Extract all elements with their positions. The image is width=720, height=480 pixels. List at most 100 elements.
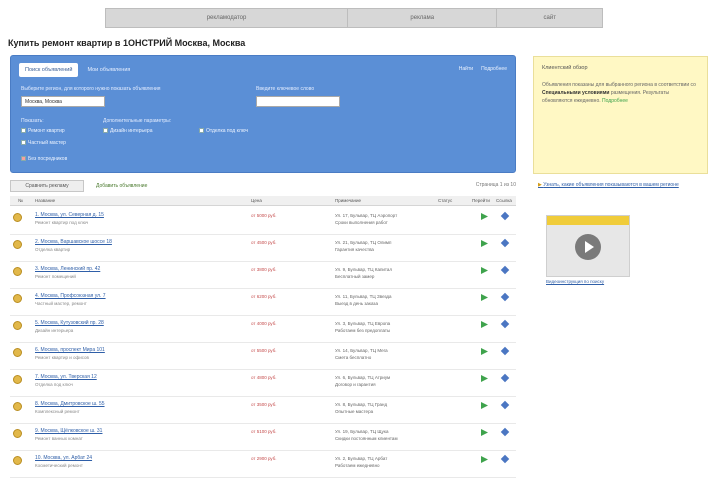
row-desc: Ул. 8, Бульвар, ТЦ Гранд Опытные мастера (335, 401, 387, 415)
link-icon[interactable] (500, 454, 510, 464)
checkbox-checked[interactable] (21, 156, 26, 162)
link-icon[interactable] (500, 427, 510, 437)
row-desc-line2: Работаем без предоплаты (335, 328, 391, 333)
row-desc-line2: Смета бесплатно (335, 355, 372, 360)
row-desc-line2: Работаем ежедневно (335, 463, 380, 468)
sidebar-link-text: Узнать, какие объявления показываются в … (543, 182, 679, 188)
table-row[interactable]: 8. Москва, Дмитровское ш. 55 Комплексный … (10, 397, 516, 424)
link-icon[interactable] (500, 373, 510, 383)
notice-tail-link[interactable]: Подробнее (602, 98, 628, 104)
table-row[interactable]: 7. Москва, ул. Тверская 12 Отделка под кл… (10, 370, 516, 397)
keyword-input[interactable] (256, 96, 340, 107)
check-label: Без посредников (28, 156, 68, 162)
col-go: Перейти (472, 198, 490, 203)
go-arrow-icon[interactable] (481, 348, 488, 355)
link-icon[interactable] (500, 211, 510, 221)
row-title[interactable]: 9. Москва, Щёлковское ш. 31 (35, 428, 245, 434)
check-row-1[interactable]: Ремонт квартир (21, 128, 65, 134)
link-icon[interactable] (500, 238, 510, 248)
page-title: Купить ремонт квартир в 1ОНСТРИЙ Москва,… (8, 38, 246, 48)
panel-link-more[interactable]: Подробнее (481, 66, 507, 72)
row-price: от 5000 руб. (251, 213, 277, 218)
link-icon[interactable] (500, 319, 510, 329)
table-row[interactable]: 10. Москва, ул. Арбат 24 Косметический ре… (10, 451, 516, 478)
play-icon[interactable] (575, 234, 601, 260)
tab-search-ads[interactable]: Поиск объявлений (19, 63, 79, 77)
row-title[interactable]: 6. Москва, проспект Мира 101 (35, 347, 245, 353)
row-title[interactable]: 1. Москва, ул. Северная д. 15 (35, 212, 245, 218)
table-row[interactable]: 1. Москва, ул. Северная д. 15 Ремонт квар… (10, 208, 516, 235)
row-desc: Ул. 17, Бульвар, ТЦ Аэропорт Сроки выполн… (335, 212, 397, 226)
go-arrow-icon[interactable] (481, 267, 488, 274)
row-title[interactable]: 10. Москва, ул. Арбат 24 (35, 455, 245, 461)
link-icon[interactable] (500, 265, 510, 275)
table-row[interactable]: 5. Москва, Кутузовский пр. 28 Дизайн инте… (10, 316, 516, 343)
table-row[interactable]: 3. Москва, Ленинский пр. 42 Ремонт помеще… (10, 262, 516, 289)
top-tab-1[interactable]: рекламодатор (106, 9, 349, 27)
go-arrow-icon[interactable] (481, 294, 488, 301)
row-desc-line1: Ул. 3, Бульвар, ТЦ Европа (335, 321, 391, 326)
row-price: от 2900 руб. (251, 456, 277, 461)
checkbox[interactable] (21, 128, 26, 134)
status-icon (13, 456, 22, 465)
go-arrow-icon[interactable] (481, 456, 488, 463)
check-label: Частный мастер (28, 140, 66, 146)
table-row[interactable]: 4. Москва, Профсоюзная ул. 7 Частный маст… (10, 289, 516, 316)
keyword-label: Введите ключевое слово (256, 86, 315, 92)
row-desc-line1: Ул. 17, Бульвар, ТЦ Аэропорт (335, 213, 398, 218)
panel-link-find[interactable]: Найти (459, 66, 473, 72)
table-row[interactable]: 6. Москва, проспект Мира 101 Ремонт кварт… (10, 343, 516, 370)
row-desc-line2: Скидки постоянным клиентам (335, 436, 398, 441)
row-title[interactable]: 3. Москва, Ленинский пр. 42 (35, 266, 245, 272)
go-arrow-icon[interactable] (481, 321, 488, 328)
go-arrow-icon[interactable] (481, 213, 488, 220)
row-price: от 6200 руб. (251, 294, 277, 299)
row-title[interactable]: 5. Москва, Кутузовский пр. 28 (35, 320, 245, 326)
sidebar-region-link[interactable]: ▶ Узнать, какие объявления показываются … (538, 182, 698, 189)
video-thumbnail[interactable] (546, 215, 630, 277)
notice-text-start: Объявления показаны для выбранного регио… (542, 82, 696, 88)
row-title[interactable]: 8. Москва, Дмитровское ш. 55 (35, 401, 245, 407)
top-tab-3[interactable]: сайт (497, 9, 602, 27)
status-icon (13, 321, 22, 330)
row-price: от 5100 руб. (251, 429, 277, 434)
row-title[interactable]: 2. Москва, Варшавское шоссе 18 (35, 239, 245, 245)
row-subtitle: Комплексный ремонт (35, 409, 80, 414)
row-desc-line2: Выезд в день заказа (335, 301, 378, 306)
col-link: Ссылка (496, 198, 512, 203)
table-row[interactable]: 2. Москва, Варшавское шоссе 18 Отделка кв… (10, 235, 516, 262)
tab-my-ads[interactable]: Мои объявления (81, 63, 136, 77)
compare-button[interactable]: Сравнить рекламу (10, 180, 84, 192)
table-row[interactable]: 9. Москва, Щёлковское ш. 31 Ремонт ванных… (10, 424, 516, 451)
go-arrow-icon[interactable] (481, 375, 488, 382)
panel-links: Найти Подробнее (459, 66, 507, 72)
go-arrow-icon[interactable] (481, 402, 488, 409)
table-header: № Название Цена Примечание Статус Перейт… (10, 196, 516, 206)
video-caption[interactable]: Видеоинструкция по поиску (546, 279, 646, 284)
row-desc-line1: Ул. 8, Бульвар, ТЦ Гранд (335, 402, 388, 407)
go-arrow-icon[interactable] (481, 240, 488, 247)
link-icon[interactable] (500, 346, 510, 356)
status-icon (13, 429, 22, 438)
checkbox[interactable] (199, 128, 204, 134)
check-row-5[interactable]: Без посредников (21, 156, 67, 162)
check-row-2[interactable]: Дизайн интерьера (103, 128, 153, 134)
row-title[interactable]: 4. Москва, Профсоюзная ул. 7 (35, 293, 245, 299)
link-icon[interactable] (500, 400, 510, 410)
add-ad-link[interactable]: Добавить объявление (96, 183, 147, 189)
row-subtitle: Дизайн интерьера (35, 328, 74, 333)
link-icon[interactable] (500, 292, 510, 302)
row-desc-line1: Ул. 9, Бульвар, ТЦ Капитал (335, 267, 393, 272)
checkbox[interactable] (103, 128, 108, 134)
check-row-4[interactable]: Частный мастер (21, 140, 66, 146)
info-notice: Клиентский обзор Объявления показаны для… (533, 56, 708, 174)
check-row-3[interactable]: Отделка под ключ (199, 128, 248, 134)
row-title[interactable]: 7. Москва, ул. Тверская 12 (35, 374, 245, 380)
checkbox[interactable] (21, 140, 26, 146)
top-tab-2[interactable]: реклама (348, 9, 498, 27)
row-desc-line2: Гарантия качества (335, 247, 374, 252)
region-select[interactable]: Москва, Москва (21, 96, 105, 107)
check-label: Отделка под ключ (206, 128, 249, 134)
pagination[interactable]: Страница 1 из 10 (476, 182, 516, 188)
go-arrow-icon[interactable] (481, 429, 488, 436)
